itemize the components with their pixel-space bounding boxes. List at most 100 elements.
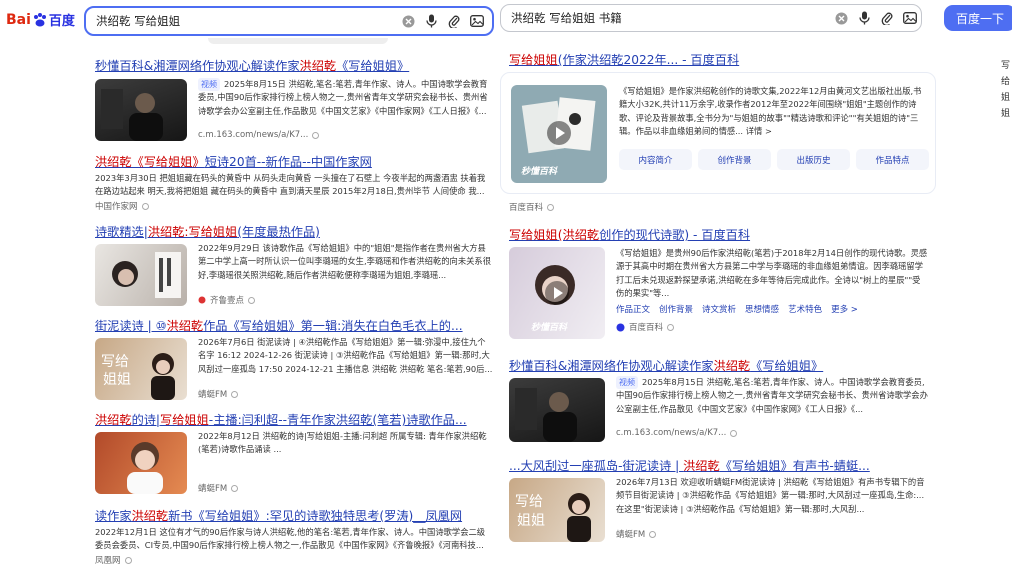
result-title[interactable]: 街泥读诗 | ⑩洪绍乾作品《写给姐姐》第一辑:消失在白色毛衣上的... xyxy=(95,318,493,334)
result-source[interactable]: 蜻蜓FM xyxy=(198,388,227,400)
result-body: 2022年9月29日 该诗歌作品《写给姐姐》中的"姐姐"是指作者在贵州省大方县第… xyxy=(198,242,493,306)
result-item[interactable]: ...大风刮过一座孤岛-街泥读诗 | 洪绍乾《写给姐姐》有声书-蜻蜓... xyxy=(509,458,929,474)
result-body: 2026年7月13日 欢迎收听蜻蜓FM街泥读诗 | 洪绍乾《写给姐姐》有声书专辑… xyxy=(616,476,928,540)
video-thumbnail[interactable]: 秒懂百科 xyxy=(511,85,607,183)
svg-text:写给: 写给 xyxy=(101,354,129,370)
link-work-text[interactable]: 作品正文 xyxy=(616,303,650,315)
result-item[interactable]: 写给姐姐(作家洪绍乾2022年... - 百度百科 xyxy=(509,52,929,68)
result-snippet: 2022年8月12日 洪绍乾的诗|写给姐姐-主播:闫利超 所属专辑: 青年作家洪… xyxy=(198,431,487,455)
info-icon[interactable] xyxy=(141,202,149,210)
result-title[interactable]: 秒懂百科&湘潭网络作协观心解读作家洪绍乾《写给姐姐》 xyxy=(95,58,493,74)
tag-content-summary[interactable]: 内容简介 xyxy=(619,149,692,170)
baike-logo-icon xyxy=(616,323,625,331)
right-search-pane: 洪绍乾 写给姐姐 书籍 百度一下 写给姐姐(作家洪绍乾2022年... - 百度… xyxy=(496,0,1012,575)
result-snippet: 2026年7月6日 街泥读诗 | ④洪绍乾作品《写给姐姐》第一辑:弥漫中,接住九… xyxy=(198,337,493,374)
microphone-icon[interactable] xyxy=(422,12,440,30)
video-thumbnail[interactable] xyxy=(509,378,605,442)
svg-text:写给: 写给 xyxy=(515,494,543,510)
video-thumbnail[interactable] xyxy=(95,79,187,141)
baike-card: 秒懂百科 《写给姐姐》是作家洪绍乾创作的诗歌文集,2022年12月由黄河文艺出版… xyxy=(500,72,936,194)
info-icon[interactable] xyxy=(649,530,657,538)
thumbnail-label: 秒懂百科 xyxy=(531,323,568,333)
paw-icon xyxy=(33,12,46,26)
result-thumbnail[interactable]: 写给 姐姐 xyxy=(509,478,605,542)
result-item[interactable]: 秒懂百科&湘潭网络作协观心解读作家洪绍乾《写给姐姐》 xyxy=(509,358,929,374)
video-thumbnail[interactable]: 秒懂百科 xyxy=(509,247,605,339)
result-thumbnail[interactable] xyxy=(95,432,187,494)
left-search-pane: Bai 百度 洪绍乾 写给姐姐 秒懂百科&湘潭网络作协观心解读作家洪绍乾《写给姐… xyxy=(0,0,496,575)
microphone-icon[interactable] xyxy=(855,9,873,27)
clear-icon[interactable] xyxy=(399,12,417,30)
result-item[interactable]: 诗歌精选|洪绍乾:写给姐姐(年度最热作品) xyxy=(95,224,493,240)
link-more[interactable]: 更多 > xyxy=(831,303,858,315)
result-title[interactable]: 洪绍乾的诗|写给姐姐-主播:闫利超--青年作家洪绍乾(笔若)诗歌作品... xyxy=(95,412,493,428)
tag-work-features[interactable]: 作品特点 xyxy=(856,149,929,170)
result-snippet: 2026年7月13日 欢迎收听蜻蜓FM街泥读诗 | 洪绍乾《写给姐姐》有声书专辑… xyxy=(616,477,925,514)
result-snippet: 2022年12月1日 这位有才气的90后作家与诗人洪绍乾,他的笔名:笔若,青年作… xyxy=(95,527,486,551)
info-icon[interactable] xyxy=(231,484,239,492)
info-icon[interactable] xyxy=(730,429,738,437)
info-icon[interactable] xyxy=(231,390,239,398)
result-title[interactable]: 洪绍乾《写给姐姐》短诗20首--新作品--中国作家网 xyxy=(95,154,493,170)
result-thumbnail[interactable]: 写给 姐姐 xyxy=(95,338,187,400)
result-item[interactable]: 秒懂百科&湘潭网络作协观心解读作家洪绍乾《写给姐姐》 xyxy=(95,58,493,74)
result-title[interactable]: 诗歌精选|洪绍乾:写给姐姐(年度最热作品) xyxy=(95,224,493,240)
link-creation-background[interactable]: 创作背景 xyxy=(659,303,693,315)
link-emotions[interactable]: 思想情感 xyxy=(745,303,779,315)
result-body: 2026年7月6日 街泥读诗 | ④洪绍乾作品《写给姐姐》第一辑:弥漫中,接住九… xyxy=(198,336,493,400)
result-source[interactable]: 百度百科 xyxy=(509,201,543,213)
search-button[interactable]: 百度一下 xyxy=(944,5,1012,31)
result-title[interactable]: 秒懂百科&湘潭网络作协观心解读作家洪绍乾《写给姐姐》 xyxy=(509,358,929,374)
search-box: 洪绍乾 写给姐姐 xyxy=(84,6,494,36)
search-input[interactable]: 洪绍乾 写给姐姐 书籍 xyxy=(511,10,827,26)
thumbnail-label: 秒懂百科 xyxy=(521,167,558,177)
result-title[interactable]: 读作家洪绍乾新书《写给姐姐》:罕见的诗歌独特思考(罗涛)__凤凰网 xyxy=(95,508,493,524)
attachment-icon[interactable] xyxy=(445,12,463,30)
info-icon[interactable] xyxy=(547,203,555,211)
tag-creation-background[interactable]: 创作背景 xyxy=(698,149,771,170)
result-item[interactable]: 洪绍乾的诗|写给姐姐-主播:闫利超--青年作家洪绍乾(笔若)诗歌作品... xyxy=(95,412,493,428)
result-snippet: 《写给姐姐》是作家洪绍乾创作的诗歌文集,2022年12月由黄河文艺出版社出版,书… xyxy=(619,86,922,136)
result-thumbnail[interactable] xyxy=(95,244,187,306)
result-source[interactable]: 凤凰网 xyxy=(95,554,121,566)
result-source[interactable]: 蜻蜓FM xyxy=(616,528,645,540)
source-logo-icon xyxy=(198,296,206,304)
image-search-icon[interactable] xyxy=(468,12,486,30)
info-icon[interactable] xyxy=(124,556,132,564)
svg-text:姐姐: 姐姐 xyxy=(103,372,131,388)
info-icon[interactable] xyxy=(667,323,675,331)
result-snippet: 2022年9月29日 该诗歌作品《写给姐姐》中的"姐姐"是指作者在贵州省大方县第… xyxy=(198,243,492,280)
link-appreciation[interactable]: 诗文赏析 xyxy=(702,303,736,315)
tag-publication-history[interactable]: 出版历史 xyxy=(777,149,850,170)
side-book-title: 写给姐姐 xyxy=(1001,61,1011,119)
result-snippet: 2025年8月15日 洪绍乾,笔名:笔若,青年作家、诗人。中国诗歌学会教育委员,… xyxy=(198,79,488,116)
attachment-icon[interactable] xyxy=(878,9,896,27)
result-title[interactable]: ...大风刮过一座孤岛-街泥读诗 | 洪绍乾《写给姐姐》有声书-蜻蜓... xyxy=(509,458,929,474)
search-input[interactable]: 洪绍乾 写给姐姐 xyxy=(96,13,394,29)
search-box: 洪绍乾 写给姐姐 书籍 xyxy=(500,4,922,32)
logo-du-text: 百度 xyxy=(48,14,75,29)
result-source[interactable]: c.m.163.com/news/a/K7... xyxy=(616,428,726,438)
video-badge: 视频 xyxy=(198,78,220,92)
link-art-features[interactable]: 艺术特色 xyxy=(788,303,822,315)
result-title[interactable]: 写给姐姐(洪绍乾创作的现代诗歌) - 百度百科 xyxy=(509,227,929,243)
video-badge: 视频 xyxy=(616,376,638,390)
result-snippet: 2025年8月15日 洪绍乾,笔名:笔若,青年作家、诗人。中国诗歌学会教育委员,… xyxy=(616,377,928,414)
result-title[interactable]: 写给姐姐(作家洪绍乾2022年... - 百度百科 xyxy=(509,52,929,68)
result-item[interactable]: 写给姐姐(洪绍乾创作的现代诗歌) - 百度百科 xyxy=(509,227,929,243)
result-body: 《写给姐姐》是贵州90后作家洪绍乾(笔若)于2018年2月14日创作的现代诗歌。… xyxy=(616,247,928,333)
result-item[interactable]: 街泥读诗 | ⑩洪绍乾作品《写给姐姐》第一辑:消失在白色毛衣上的... xyxy=(95,318,493,334)
result-source[interactable]: 中国作家网 xyxy=(95,200,138,212)
result-source[interactable]: c.m.163.com/news/a/K7... xyxy=(198,130,308,140)
result-source[interactable]: 百度百科 xyxy=(629,321,663,333)
result-source[interactable]: 齐鲁壹点 xyxy=(210,294,244,306)
result-snippet: 2023年3月30日 把姐姐藏在码头的黄昏中 从码头走向黄昏 一头撞在了石壁上 … xyxy=(95,173,486,197)
baidu-logo[interactable]: Bai 百度 xyxy=(6,10,75,30)
clear-icon[interactable] xyxy=(832,9,850,27)
image-search-icon[interactable] xyxy=(901,9,919,27)
result-source[interactable]: 蜻蜓FM xyxy=(198,482,227,494)
info-icon[interactable] xyxy=(312,131,320,139)
result-item[interactable]: 洪绍乾《写给姐姐》短诗20首--新作品--中国作家网 2023年3月30日 把姐… xyxy=(95,154,493,212)
info-icon[interactable] xyxy=(248,296,256,304)
result-item[interactable]: 读作家洪绍乾新书《写给姐姐》:罕见的诗歌独特思考(罗涛)__凤凰网 2022年1… xyxy=(95,508,493,566)
